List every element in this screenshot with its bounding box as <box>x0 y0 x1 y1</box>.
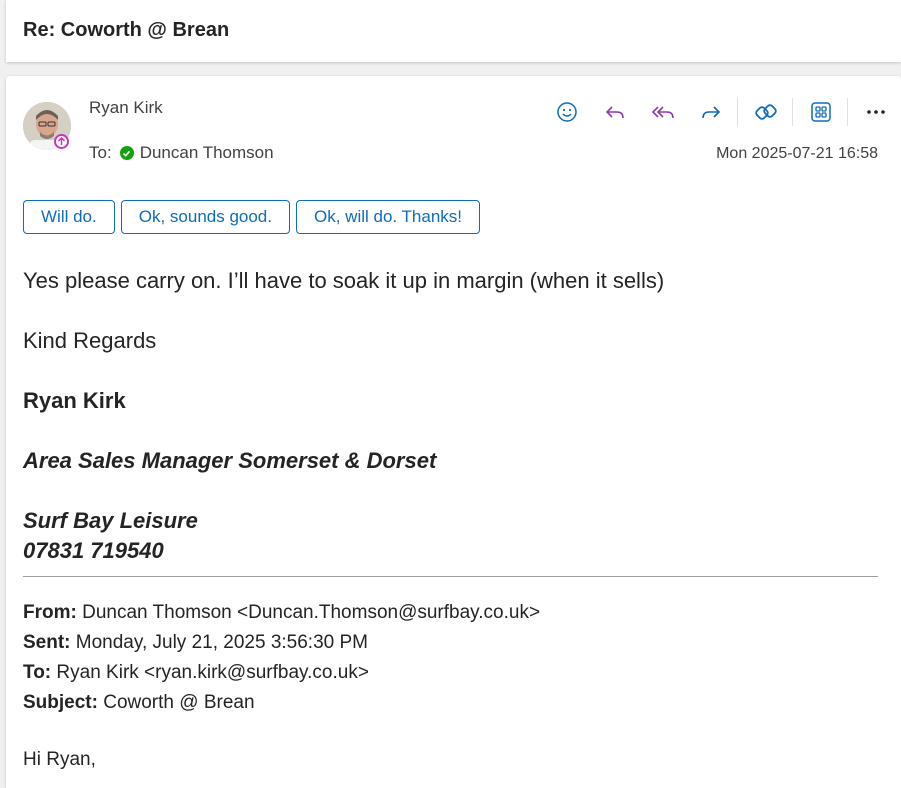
recipient-line: To: Duncan Thomson <box>89 143 274 163</box>
from-label: From: <box>23 602 77 623</box>
quote-divider <box>23 576 878 577</box>
toolbar-divider <box>737 98 738 126</box>
to-label-quoted: To: <box>23 662 52 683</box>
reply-all-icon[interactable] <box>647 96 679 128</box>
quoted-from: From: Duncan Thomson <Duncan.Thomson@sur… <box>23 602 540 624</box>
more-icon[interactable] <box>860 96 892 128</box>
sender-name[interactable]: Ryan Kirk <box>89 98 163 118</box>
forward-icon[interactable] <box>695 96 727 128</box>
signature-company: Surf Bay Leisure <box>23 508 198 533</box>
quick-reply-will-do-thanks[interactable]: Ok, will do. Thanks! <box>296 200 481 234</box>
apps-icon[interactable] <box>805 96 837 128</box>
recipient-name[interactable]: Duncan Thomson <box>140 143 274 163</box>
suggested-replies: Will do. Ok, sounds good. Ok, will do. T… <box>23 200 486 234</box>
quoted-greeting: Hi Ryan, <box>23 749 96 770</box>
message-toolbar <box>551 96 901 128</box>
subject-label: Subject: <box>23 692 98 713</box>
toolbar-divider <box>847 98 848 126</box>
signature-phone: 07831 719540 <box>23 538 164 563</box>
subject-value: Coworth @ Brean <box>97 692 255 713</box>
signature-title: Area Sales Manager Somerset & Dorset <box>23 448 437 473</box>
presence-status-icon <box>54 134 69 149</box>
reply-icon[interactable] <box>599 96 631 128</box>
closing-regards: Kind Regards <box>23 328 157 353</box>
signature-name: Ryan Kirk <box>23 388 126 413</box>
from-value: Duncan Thomson <Duncan.Thomson@surfbay.c… <box>76 602 541 623</box>
message-body-line: Yes please carry on. I’ll have to soak i… <box>23 268 665 293</box>
emoji-icon[interactable] <box>551 96 583 128</box>
message-card: Ryan Kirk To: Duncan Thomson Mon 2025-07… <box>6 76 901 788</box>
sent-value: Monday, July 21, 2025 3:56:30 PM <box>70 632 368 653</box>
to-value: Ryan Kirk <ryan.kirk@surfbay.co.uk> <box>51 662 369 683</box>
subject-bar: Re: Coworth @ Brean <box>6 0 901 62</box>
quoted-sent: Sent: Monday, July 21, 2025 3:56:30 PM <box>23 632 368 654</box>
sent-label: Sent: <box>23 632 71 653</box>
quick-reply-will-do[interactable]: Will do. <box>23 200 115 234</box>
message-date: Mon 2025-07-21 16:58 <box>716 145 878 162</box>
toolbar-divider <box>792 98 793 126</box>
loop-icon[interactable] <box>750 96 782 128</box>
available-status-icon <box>119 146 134 160</box>
quoted-subject: Subject: Coworth @ Brean <box>23 692 255 714</box>
to-label: To: <box>89 143 112 162</box>
quick-reply-sounds-good[interactable]: Ok, sounds good. <box>120 200 290 234</box>
email-subject: Re: Coworth @ Brean <box>23 19 230 41</box>
quoted-to: To: Ryan Kirk <ryan.kirk@surfbay.co.uk> <box>23 662 369 684</box>
